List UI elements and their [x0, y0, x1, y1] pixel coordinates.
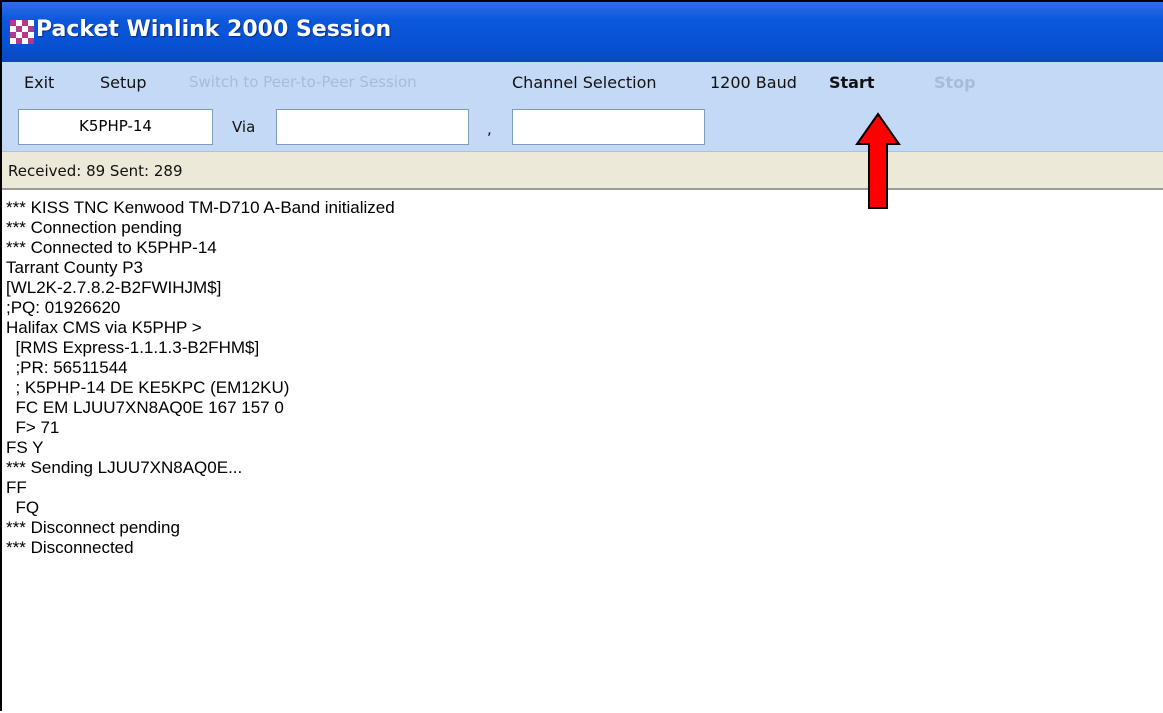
- start-button[interactable]: Start: [829, 73, 875, 92]
- menu-baud-rate[interactable]: 1200 Baud: [710, 73, 797, 92]
- log-line: Halifax CMS via K5PHP >: [6, 318, 202, 337]
- log-line: FF: [6, 478, 27, 497]
- via-field-2[interactable]: [512, 109, 705, 145]
- log-line: *** Sending LJUU7XN8AQ0E...: [6, 458, 243, 477]
- via-separator: ,: [487, 120, 492, 138]
- session-log[interactable]: *** KISS TNC Kenwood TM-D710 A-Band init…: [2, 190, 1163, 713]
- log-line: Tarrant County P3: [6, 258, 144, 277]
- log-line: *** Connection pending: [6, 218, 182, 237]
- window-title: Packet Winlink 2000 Session: [36, 17, 392, 42]
- status-bar: Received: 89 Sent: 289: [2, 152, 1163, 190]
- log-line: [RMS Express-1.1.1.3-B2FHM$]: [6, 338, 260, 357]
- via-field-1[interactable]: [276, 109, 469, 145]
- log-line: FS Y: [6, 438, 44, 457]
- session-window: Packet Winlink 2000 Session Exit Setup S…: [0, 0, 1163, 713]
- log-line: ;PR: 56511544: [6, 358, 128, 377]
- menu-setup[interactable]: Setup: [100, 73, 147, 92]
- via-label: Via: [232, 118, 256, 136]
- log-line: *** Connected to K5PHP-14: [6, 238, 217, 257]
- menu-exit[interactable]: Exit: [24, 73, 54, 92]
- log-line: F> 71: [6, 418, 60, 437]
- log-line: FC EM LJUU7XN8AQ0E 167 157 0: [6, 398, 284, 417]
- title-bar[interactable]: Packet Winlink 2000 Session: [2, 2, 1163, 62]
- received-sent-status: Received: 89 Sent: 289: [8, 162, 183, 180]
- red-up-arrow-annotation: [855, 112, 901, 209]
- log-line: ;PQ: 01926620: [6, 298, 121, 317]
- menu-channel-selection[interactable]: Channel Selection: [512, 73, 657, 92]
- checkered-app-icon: [10, 20, 34, 44]
- menu-peer-to-peer[interactable]: Switch to Peer-to-Peer Session: [189, 73, 417, 91]
- log-line: *** Disconnect pending: [6, 518, 180, 537]
- log-line: ; K5PHP-14 DE KE5KPC (EM12KU): [6, 378, 290, 397]
- log-line: [WL2K-2.7.8.2-B2FWIHJM$]: [6, 278, 222, 297]
- log-line: *** Disconnected: [6, 538, 134, 557]
- stop-button[interactable]: Stop: [934, 73, 976, 92]
- log-line: *** KISS TNC Kenwood TM-D710 A-Band init…: [6, 198, 395, 217]
- callsign-field[interactable]: K5PHP-14: [18, 109, 213, 145]
- log-line: FQ: [6, 498, 40, 517]
